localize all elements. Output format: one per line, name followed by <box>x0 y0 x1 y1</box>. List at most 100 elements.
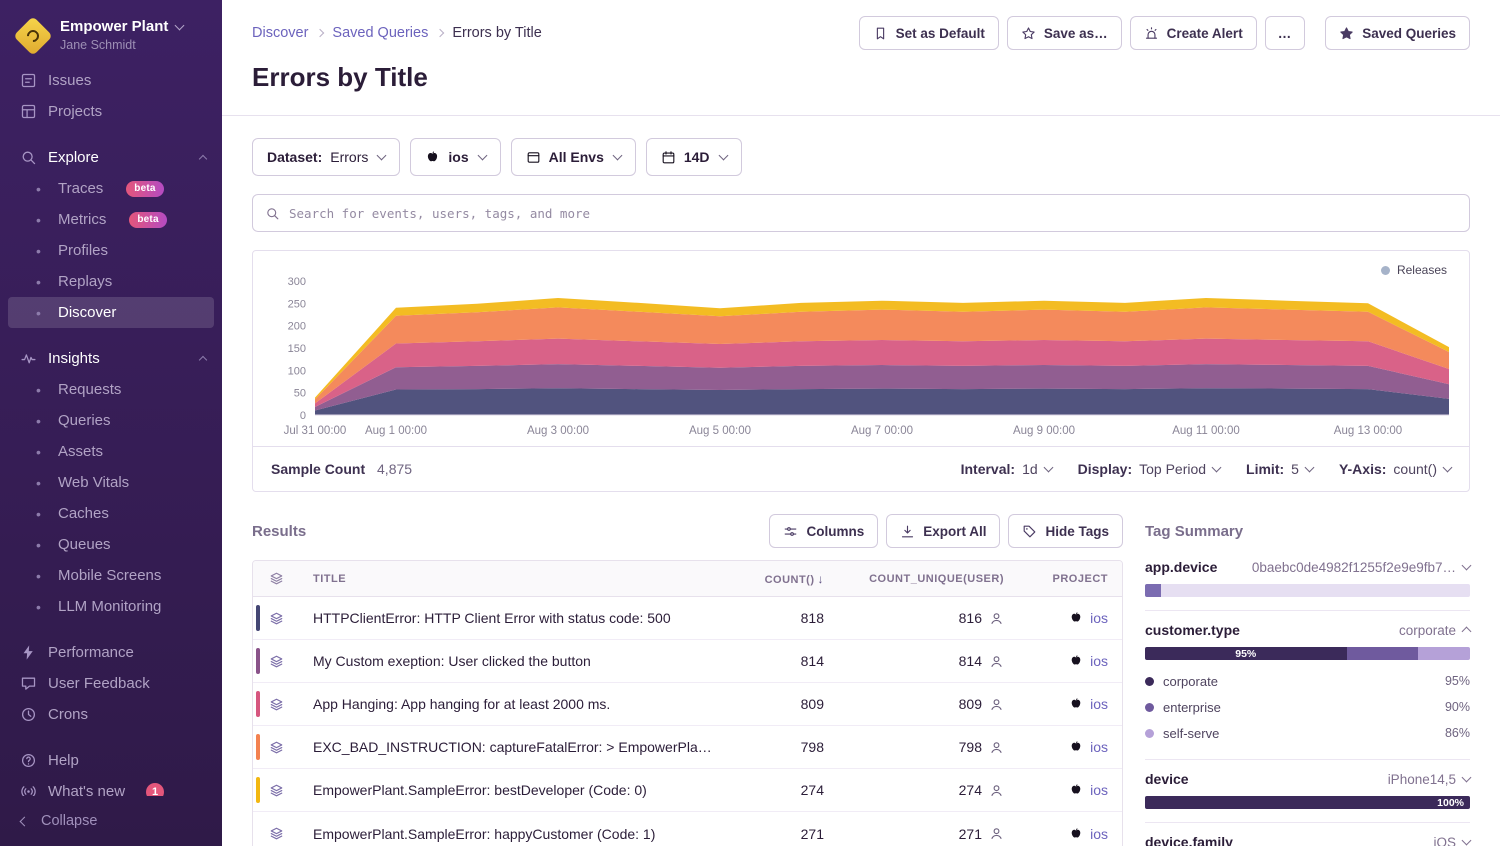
project-link[interactable]: ios <box>1090 826 1108 842</box>
filter-bar: Dataset: Errors ios All Envs 14D <box>252 138 1470 176</box>
sidebar-item-queries[interactable]: •Queries <box>8 405 214 436</box>
count-unique-cell[interactable]: 816 <box>838 610 1018 626</box>
sidebar-item-mobile-screens[interactable]: •Mobile Screens <box>8 560 214 591</box>
sidebar-item-queues[interactable]: •Queues <box>8 529 214 560</box>
sidebar-item-replays[interactable]: •Replays <box>8 266 214 297</box>
tag-distribution-bar[interactable]: 95% <box>1145 647 1470 660</box>
dataset-selector[interactable]: Dataset: Errors <box>252 138 400 176</box>
tag-bar-segment[interactable] <box>1161 584 1470 597</box>
issue-title[interactable]: My Custom exeption: User clicked the but… <box>299 653 728 669</box>
collapse-button[interactable]: Collapse <box>0 796 222 846</box>
tag-bar-segment[interactable] <box>1347 647 1419 660</box>
sidebar-item-metrics[interactable]: •Metricsbeta <box>8 204 214 235</box>
tag-bar-segment[interactable] <box>1418 647 1470 660</box>
chart-control-display[interactable]: Display:Top Period <box>1078 461 1220 477</box>
count-unique-cell[interactable]: 274 <box>838 782 1018 798</box>
issue-title[interactable]: App Hanging: App hanging for at least 20… <box>299 696 728 712</box>
issue-title[interactable]: HTTPClientError: HTTP Client Error with … <box>299 610 728 626</box>
issue-title[interactable]: EmpowerPlant.SampleError: happyCustomer … <box>299 826 728 842</box>
environment-selector[interactable]: All Envs <box>511 138 636 176</box>
main-area: DiscoverSaved QueriesErrors by Title Set… <box>222 0 1500 846</box>
tag-bar-segment[interactable]: 95% <box>1145 647 1347 660</box>
count-cell[interactable]: 271 <box>728 826 838 842</box>
count-unique-cell[interactable]: 809 <box>838 696 1018 712</box>
tag-header[interactable]: app.device0baebc0de4982f1255f2e9e9fb7… <box>1145 559 1470 575</box>
tag-bar-segment[interactable] <box>1145 584 1161 597</box>
tag-header[interactable]: deviceiPhone14,5 <box>1145 771 1470 787</box>
column-header-title[interactable]: TITLE <box>299 573 728 585</box>
saved-queries-button[interactable]: Saved Queries <box>1325 16 1470 50</box>
sidebar-item-llm-monitoring[interactable]: •LLM Monitoring <box>8 591 214 622</box>
columns-button[interactable]: Columns <box>769 514 878 548</box>
sidebar-item-label: Caches <box>58 505 109 522</box>
count-unique-cell[interactable]: 798 <box>838 739 1018 755</box>
column-header-count-unique[interactable]: COUNT_UNIQUE(USER) <box>838 573 1018 585</box>
issue-title[interactable]: EXC_BAD_INSTRUCTION: captureFatalError: … <box>299 739 728 755</box>
export-all-button[interactable]: Export All <box>886 514 1000 548</box>
sidebar-item-issues[interactable]: Issues <box>8 65 214 96</box>
sidebar-item-what-s-new[interactable]: What's new1 <box>8 776 214 796</box>
tag-distribution-bar[interactable] <box>1145 584 1470 597</box>
chart-control-interval[interactable]: Interval:1d <box>961 461 1052 477</box>
sidebar-item-requests[interactable]: •Requests <box>8 374 214 405</box>
project-link[interactable]: ios <box>1090 739 1108 755</box>
count-cell[interactable]: 798 <box>728 739 838 755</box>
save-as-button[interactable]: Save as… <box>1007 16 1122 50</box>
chevron-down-icon <box>1462 836 1472 846</box>
project-link[interactable]: ios <box>1090 696 1108 712</box>
tag-header[interactable]: customer.typecorporate <box>1145 622 1470 638</box>
sidebar-item-label: Discover <box>58 304 116 321</box>
bullet-icon: • <box>30 213 47 227</box>
org-switcher[interactable]: Empower Plant Jane Schmidt <box>0 12 222 61</box>
chart-control-y-axis[interactable]: Y-Axis:count() <box>1339 461 1451 477</box>
sidebar-item-assets[interactable]: •Assets <box>8 436 214 467</box>
count-unique-cell[interactable]: 814 <box>838 653 1018 669</box>
set-as-default-button[interactable]: Set as Default <box>859 16 999 50</box>
sidebar-item-projects[interactable]: Projects <box>8 96 214 127</box>
releases-legend[interactable]: Releases <box>1381 263 1447 277</box>
sidebar-item-traces[interactable]: •Tracesbeta <box>8 173 214 204</box>
sidebar-item-performance[interactable]: Performance <box>8 637 214 668</box>
project-link[interactable]: ios <box>1090 610 1108 626</box>
issue-title[interactable]: EmpowerPlant.SampleError: bestDeveloper … <box>299 782 728 798</box>
project-selector[interactable]: ios <box>410 138 500 176</box>
column-header-project[interactable]: PROJECT <box>1018 573 1122 585</box>
sidebar-item-help[interactable]: Help <box>8 745 214 776</box>
sidebar-item-crons[interactable]: Crons <box>8 699 214 730</box>
bookmark-icon <box>873 26 888 41</box>
sidebar-item-user-feedback[interactable]: User Feedback <box>8 668 214 699</box>
tag-header[interactable]: device.familyiOS <box>1145 834 1470 846</box>
button-label: Set as Default <box>896 26 985 41</box>
tag-value-row[interactable]: enterprise90% <box>1145 694 1470 720</box>
more-options-button[interactable]: … <box>1265 16 1306 50</box>
tag-distribution-bar[interactable]: 100% <box>1145 796 1470 809</box>
tag-value-row[interactable]: corporate95% <box>1145 668 1470 694</box>
tag-bar-segment[interactable]: 100% <box>1145 796 1470 809</box>
tag-summary-title: Tag Summary <box>1145 523 1243 540</box>
sidebar-item-web-vitals[interactable]: •Web Vitals <box>8 467 214 498</box>
sidebar-group: IssuesProjects <box>0 65 222 127</box>
count-cell[interactable]: 809 <box>728 696 838 712</box>
chart-control-limit[interactable]: Limit:5 <box>1246 461 1313 477</box>
sidebar-item-discover[interactable]: •Discover <box>8 297 214 328</box>
count-cell[interactable]: 274 <box>728 782 838 798</box>
count-cell[interactable]: 814 <box>728 653 838 669</box>
count-cell[interactable]: 818 <box>728 610 838 626</box>
create-alert-button[interactable]: Create Alert <box>1130 16 1257 50</box>
count-unique-cell[interactable]: 271 <box>838 826 1018 842</box>
sidebar-item-caches[interactable]: •Caches <box>8 498 214 529</box>
column-header-count[interactable]: COUNT()↓ <box>728 572 838 586</box>
hide-tags-button[interactable]: Hide Tags <box>1008 514 1123 548</box>
sidebar-section-insights[interactable]: Insights <box>8 343 214 374</box>
breadcrumb-discover[interactable]: Discover <box>252 25 308 41</box>
sidebar-section-explore[interactable]: Explore <box>8 142 214 173</box>
sidebar-item-profiles[interactable]: •Profiles <box>8 235 214 266</box>
tag-value-row[interactable]: self-serve86% <box>1145 720 1470 746</box>
project-link[interactable]: ios <box>1090 653 1108 669</box>
sidebar-nav: IssuesProjects Explore•Tracesbeta•Metrics… <box>0 61 222 796</box>
stacked-area-chart[interactable]: 050100150200250300Jul 31 00:00Aug 1 00:0… <box>265 257 1457 443</box>
project-link[interactable]: ios <box>1090 782 1108 798</box>
breadcrumb-saved-queries[interactable]: Saved Queries <box>332 25 428 41</box>
search-input[interactable] <box>289 206 1457 221</box>
date-range-selector[interactable]: 14D <box>646 138 742 176</box>
